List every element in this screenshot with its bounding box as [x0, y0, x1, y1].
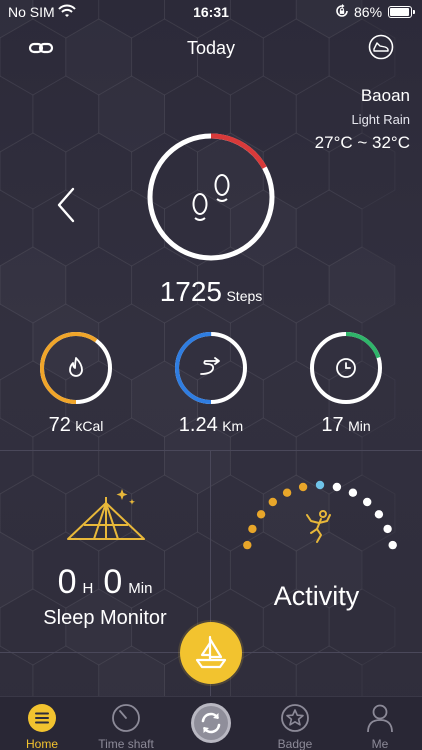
sleep-minutes: 0: [103, 563, 123, 601]
sailboat-button[interactable]: [180, 622, 242, 684]
flame-icon: [69, 357, 83, 377]
activity-dot: [332, 482, 342, 492]
timer-icon: [112, 704, 140, 732]
tab-bar: Home Time shaft Badge Me: [0, 696, 422, 750]
tab-time-shaft-label: Time shaft: [98, 737, 154, 750]
steps-readout: 1725 Steps: [0, 276, 422, 308]
nav-bar: Today: [0, 30, 422, 66]
steps-unit: Steps: [226, 288, 263, 304]
tab-me-label: Me: [371, 737, 389, 750]
runner-icon: [306, 510, 331, 543]
sleep-duration: 0 H 0 Min: [0, 563, 210, 602]
badge-star-icon: [281, 704, 309, 732]
activity-panel[interactable]: Activity: [211, 451, 422, 651]
calories-value: 72: [48, 414, 71, 436]
sync-icon: [191, 703, 231, 743]
battery-percent: 86%: [354, 4, 383, 20]
activity-dot: [348, 488, 358, 497]
activity-dot: [243, 540, 252, 550]
distance-unit: Km: [222, 418, 244, 434]
tab-home-label: Home: [25, 737, 58, 750]
duration-unit: Min: [348, 418, 371, 434]
metric-duration[interactable]: 17 Min: [308, 330, 384, 436]
weather-condition: Light Rain: [351, 112, 410, 127]
status-bar: No SIM 16:31 86%: [0, 0, 422, 24]
distance-ring: [175, 332, 247, 404]
tab-badge-label: Badge: [277, 737, 313, 750]
activity-dot: [298, 482, 308, 492]
app-screen: No SIM 16:31 86% Today Baoan Light Rain …: [0, 0, 422, 750]
rotation-lock-icon: [336, 4, 348, 17]
sleep-monitor-panel[interactable]: 0 H 0 Min Sleep Monitor: [0, 451, 210, 651]
activity-dot: [374, 510, 384, 519]
sleep-hours-unit: H: [82, 580, 94, 597]
metric-distance[interactable]: 1.24 Km: [173, 330, 249, 436]
weather-temperature: 27°C ~ 32°C: [314, 133, 410, 152]
clock-icon: [336, 358, 356, 378]
activity-dot: [256, 510, 266, 519]
sleep-hours: 0: [57, 563, 77, 601]
sleep-minutes-unit: Min: [128, 580, 153, 597]
tab-badge[interactable]: Badge: [253, 697, 337, 750]
activity-dot: [282, 488, 292, 497]
page-title: Today: [186, 38, 236, 58]
steps-progress-ring[interactable]: [144, 130, 278, 264]
steps-count: 1725: [159, 276, 223, 307]
tab-home[interactable]: Home: [0, 697, 84, 750]
tab-sync[interactable]: [169, 697, 253, 750]
metric-calories[interactable]: 72 kCal: [38, 330, 114, 436]
home-icon: [28, 704, 56, 732]
sleep-monitor-label: Sleep Monitor: [43, 607, 167, 629]
footsteps-icon: [192, 174, 230, 221]
activity-dot: [388, 540, 397, 550]
activity-dot: [248, 524, 257, 534]
tent-icon: [67, 489, 145, 540]
activity-label: Activity: [273, 581, 360, 611]
activity-dot: [268, 497, 277, 507]
weather-city: Baoan: [360, 86, 410, 105]
duration-value: 17: [321, 414, 344, 436]
tab-time-shaft[interactable]: Time shaft: [84, 697, 168, 750]
shoe-icon[interactable]: [368, 34, 394, 60]
calories-ring: [40, 332, 112, 404]
tab-me[interactable]: Me: [338, 697, 422, 750]
route-icon: [200, 357, 220, 375]
activity-dot: [363, 497, 372, 507]
activity-dot: [383, 524, 392, 534]
weather-widget: Baoan Light Rain 27°C ~ 32°C: [315, 86, 410, 153]
chevron-left-icon[interactable]: [56, 186, 76, 224]
sailboat-icon: [195, 635, 227, 669]
person-icon: [367, 704, 393, 733]
duration-ring: [310, 332, 382, 404]
distance-value: 1.24: [178, 414, 218, 436]
battery-icon: [388, 6, 415, 18]
activity-dot: [315, 480, 325, 490]
calories-unit: kCal: [75, 418, 104, 434]
hexagon-decoration: [0, 75, 34, 153]
